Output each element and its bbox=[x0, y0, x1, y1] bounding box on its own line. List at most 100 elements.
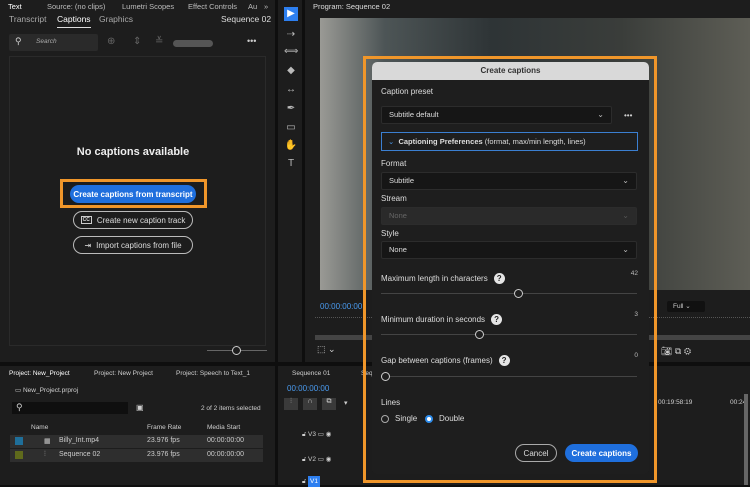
item-name: Billy_Int.mp4 bbox=[59, 437, 99, 444]
track-select-icon[interactable]: ⇢ bbox=[284, 28, 298, 42]
subtab-transcript[interactable]: Transcript bbox=[9, 14, 46, 24]
select-value: None bbox=[389, 245, 407, 254]
bin-icon[interactable]: ▣ bbox=[136, 403, 144, 412]
col-media-start[interactable]: Media Start bbox=[207, 424, 240, 431]
captioning-preferences-toggle[interactable]: ⌄ Captioning Preferences (format, max/mi… bbox=[381, 132, 638, 151]
preset-select[interactable]: Subtitle default⌄ bbox=[381, 106, 612, 124]
ripple-edit-icon[interactable]: ⟺ bbox=[284, 45, 298, 59]
help-icon[interactable]: ? bbox=[494, 273, 505, 284]
zoom-slider[interactable] bbox=[207, 350, 267, 351]
stream-label: Stream bbox=[381, 194, 407, 203]
expand-icon[interactable]: ⇕ bbox=[133, 36, 141, 47]
lines-double-radio[interactable]: Double bbox=[425, 414, 464, 423]
cancel-button[interactable]: Cancel bbox=[515, 444, 557, 462]
col-frame-rate[interactable]: Frame Rate bbox=[147, 424, 181, 431]
project-panel: Project: New_Project Project: New Projec… bbox=[0, 366, 275, 485]
tab-effect-controls[interactable]: Effect Controls bbox=[188, 2, 237, 11]
search-placeholder: Search bbox=[36, 38, 57, 45]
safe-margins-icon[interactable]: ⬚ ⌄ bbox=[317, 344, 336, 355]
hand-icon[interactable]: ✋ bbox=[284, 139, 298, 153]
sequence-icon: ⫶ bbox=[44, 451, 46, 459]
item-fps: 23.976 fps bbox=[147, 451, 180, 458]
tab-sequence-01[interactable]: Sequence 01 bbox=[292, 370, 330, 377]
style-select[interactable]: None ⌄ bbox=[381, 241, 637, 259]
pen-icon[interactable]: ✒ bbox=[284, 102, 298, 116]
item-name: Sequence 02 bbox=[59, 451, 100, 458]
radio-label: Double bbox=[439, 414, 464, 423]
track-label: V1 bbox=[308, 476, 320, 487]
rectangle-icon[interactable]: ▭ bbox=[284, 121, 298, 135]
search-input[interactable]: ⚲ Search bbox=[9, 34, 98, 51]
help-icon[interactable]: ? bbox=[491, 314, 502, 325]
create-from-transcript-button[interactable]: Create captions from transcript bbox=[70, 185, 196, 203]
tab-project-new[interactable]: Project: New_Project bbox=[9, 370, 70, 377]
tab-source[interactable]: Source: (no clips) bbox=[47, 2, 105, 11]
button-label: Cancel bbox=[524, 449, 549, 458]
radio-icon bbox=[381, 415, 389, 423]
create-captions-button[interactable]: Create captions bbox=[565, 444, 638, 462]
timeline-scrollbar[interactable] bbox=[744, 394, 748, 485]
lines-single-radio[interactable]: Single bbox=[381, 414, 417, 423]
add-icon[interactable]: ⊕ bbox=[107, 36, 115, 47]
max-length-slider[interactable] bbox=[381, 293, 637, 294]
chevron-down-icon: ⌄ bbox=[388, 137, 394, 146]
export-frame-icon[interactable]: 📷︎ ⧉ ⚙ bbox=[661, 346, 691, 357]
subtab-captions[interactable]: Captions bbox=[57, 14, 91, 28]
slider-thumb[interactable] bbox=[514, 289, 523, 298]
slip-icon[interactable]: ↔ bbox=[284, 83, 298, 97]
more-icon[interactable]: ••• bbox=[247, 36, 256, 46]
import-captions-button[interactable]: ⇥ Import captions from file bbox=[73, 236, 193, 254]
linked-selection-icon[interactable]: ⧉ bbox=[322, 398, 336, 410]
tab-audio[interactable]: Au bbox=[248, 2, 257, 11]
zoom-select[interactable]: Full ⌄ bbox=[667, 301, 705, 312]
snap-icon[interactable]: ∩ bbox=[303, 398, 317, 410]
disabled-control bbox=[173, 40, 213, 47]
format-select[interactable]: Subtitle⌄ bbox=[381, 172, 637, 190]
gap-slider[interactable] bbox=[381, 376, 637, 377]
track-v2[interactable]: 🔓︎ V2 ▭ ◉ bbox=[302, 455, 331, 464]
project-row[interactable]: ▦Billy_Int.mp423.976 fps00:00:00:00 bbox=[10, 435, 263, 448]
tab-project-speech[interactable]: Project: Speech to Text_1 bbox=[176, 370, 250, 377]
chevron-down-icon: ⌄ bbox=[622, 173, 629, 189]
item-fps: 23.976 fps bbox=[147, 437, 180, 444]
selection-count: 2 of 2 items selected bbox=[201, 405, 261, 412]
empty-title: No captions available bbox=[0, 146, 266, 158]
tabs-overflow[interactable]: » bbox=[264, 2, 268, 11]
chevron-down-icon: ⌄ bbox=[597, 107, 604, 123]
tab-lumetri-scopes[interactable]: Lumetri Scopes bbox=[122, 2, 174, 11]
help-icon[interactable]: ? bbox=[499, 355, 510, 366]
min-duration-value: 3 bbox=[634, 311, 638, 318]
import-icon: ⇥ bbox=[84, 241, 91, 250]
label-color bbox=[15, 451, 23, 459]
track-v3[interactable]: 🔓︎ V3 ▭ ◉ bbox=[302, 430, 331, 439]
subtab-graphics[interactable]: Graphics bbox=[99, 14, 133, 24]
tab-project-new-2[interactable]: Project: New Project bbox=[94, 370, 153, 377]
select-value: None bbox=[389, 211, 407, 220]
col-name[interactable]: Name bbox=[31, 424, 48, 431]
nest-icon[interactable]: ⫶ bbox=[284, 398, 298, 410]
timeline-timecode: 00:00:00:00 bbox=[287, 384, 329, 393]
marker-icon[interactable]: ▾ bbox=[344, 399, 348, 407]
zoom-value: Full bbox=[673, 303, 683, 310]
min-duration-label: Minimum duration in seconds? bbox=[381, 314, 502, 325]
track-label: V3 bbox=[308, 431, 316, 438]
collapse-icon[interactable]: ≚ bbox=[155, 36, 163, 47]
preset-more-icon[interactable]: ••• bbox=[624, 111, 632, 120]
panel-tabs: Text Source: (no clips) Lumetri Scopes E… bbox=[0, 0, 275, 12]
slider-thumb[interactable] bbox=[381, 372, 390, 381]
min-duration-slider[interactable] bbox=[381, 334, 637, 335]
create-caption-track-button[interactable]: CCCreate new caption track bbox=[73, 211, 193, 229]
search-icon: ⚲ bbox=[16, 402, 23, 413]
program-title: Program: Sequence 02 bbox=[313, 2, 390, 11]
project-row[interactable]: ⫶Sequence 0223.976 fps00:00:00:00 bbox=[10, 449, 263, 462]
razor-icon[interactable]: ◆ bbox=[284, 64, 298, 78]
button-label: Import captions from file bbox=[96, 241, 181, 250]
chevron-down-icon: ⌄ bbox=[622, 242, 629, 258]
tab-text[interactable]: Text bbox=[8, 2, 22, 11]
selection-tool-icon[interactable]: ▶ bbox=[284, 7, 298, 21]
type-icon[interactable]: T bbox=[284, 157, 298, 171]
search-icon: ⚲ bbox=[15, 36, 22, 47]
label-color bbox=[15, 437, 23, 445]
project-search-input[interactable]: ⚲ bbox=[12, 402, 128, 414]
slider-thumb[interactable] bbox=[475, 330, 484, 339]
